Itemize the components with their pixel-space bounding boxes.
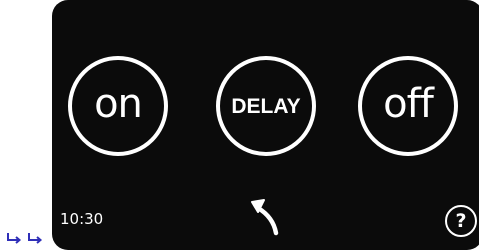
return-arrow-icon [7, 233, 22, 244]
return-arrow-icon [28, 233, 43, 244]
side-arrows [6, 232, 43, 244]
back-button[interactable] [246, 196, 282, 236]
off-button[interactable]: off [358, 56, 458, 156]
back-arrow-icon [251, 199, 279, 236]
delay-button-label: DELAY [231, 94, 301, 118]
on-button-label: on [94, 81, 143, 127]
control-panel: on DELAY off 10:30 ? [52, 0, 479, 250]
delay-button[interactable]: DELAY [216, 56, 316, 156]
on-button[interactable]: on [68, 56, 168, 156]
help-icon: ? [455, 210, 467, 232]
off-button-label: off [383, 81, 434, 127]
clock-time: 10:30 [60, 210, 104, 228]
help-button[interactable]: ? [445, 205, 477, 237]
